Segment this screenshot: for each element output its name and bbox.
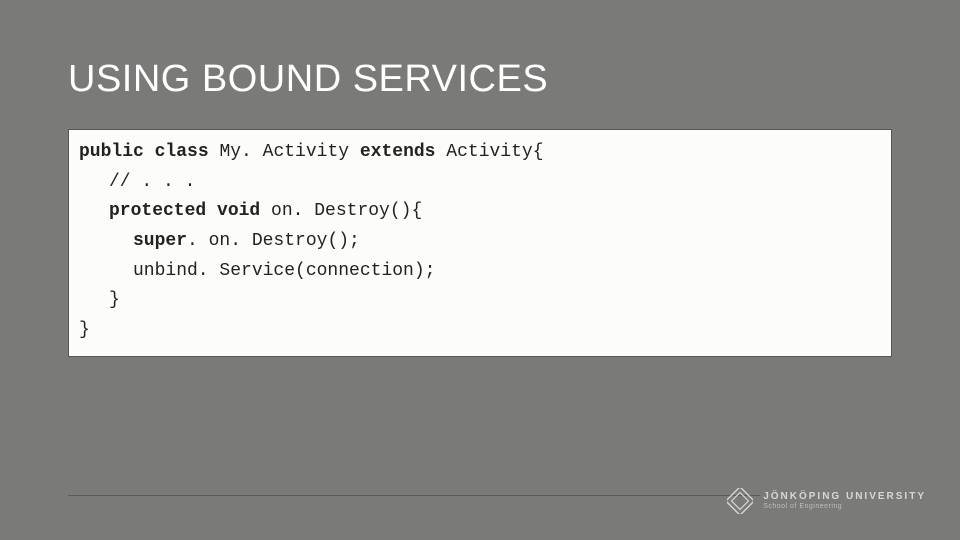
code-line-4: super. on. Destroy();: [79, 227, 881, 257]
code-line-1: public class My. Activity extends Activi…: [79, 138, 881, 168]
university-logo: JÖNKÖPING UNIVERSITY School of Engineeri…: [727, 488, 926, 514]
code-line-6: }: [79, 286, 881, 316]
code-line-5: unbind. Service(connection);: [79, 257, 881, 287]
code-text: . on. Destroy();: [187, 231, 360, 251]
code-text: on. Destroy(){: [260, 201, 422, 221]
code-text: My. Activity: [219, 142, 359, 162]
code-line-2: // . . .: [79, 168, 881, 198]
code-text: Activity{: [436, 142, 544, 162]
code-line-3: protected void on. Destroy(){: [79, 197, 881, 227]
code-block: public class My. Activity extends Activi…: [68, 129, 892, 357]
slide: USING BOUND SERVICES public class My. Ac…: [0, 0, 960, 540]
logo-university-name: JÖNKÖPING UNIVERSITY: [763, 491, 926, 502]
logo-school-name: School of Engineering: [763, 503, 926, 511]
keyword: protected void: [109, 201, 260, 221]
code-line-7: }: [79, 316, 881, 346]
keyword: extends: [360, 142, 436, 162]
keyword: public class: [79, 142, 219, 162]
footer-divider: [68, 495, 760, 496]
logo-text: JÖNKÖPING UNIVERSITY School of Engineeri…: [763, 491, 926, 511]
keyword: super: [133, 231, 187, 251]
slide-title: USING BOUND SERVICES: [68, 58, 892, 101]
logo-icon: [727, 488, 753, 514]
